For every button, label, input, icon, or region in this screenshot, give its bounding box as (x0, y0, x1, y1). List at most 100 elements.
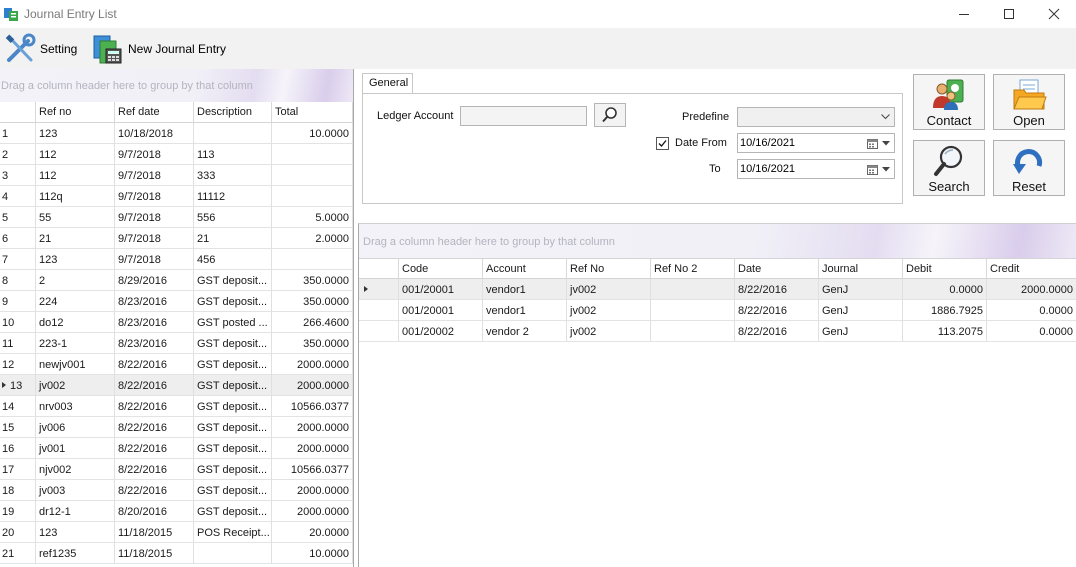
table-row[interactable]: 11 223-1 8/23/2016 GST deposit... 350.0000 (0, 333, 353, 354)
cell-ref-no[interactable]: do12 (36, 312, 115, 333)
table-row[interactable]: 17 njv002 8/22/2016 GST deposit... 10566.037… (0, 459, 353, 480)
cell-ref-no[interactable]: 21 (36, 228, 115, 249)
cell-total[interactable]: 2000.0000 (272, 501, 353, 522)
date-from-picker[interactable]: 10/16/2021 (737, 133, 895, 153)
cell-credit[interactable]: 0.0000 (987, 300, 1076, 321)
cell-total[interactable]: 10.0000 (272, 543, 353, 564)
cell-total[interactable] (272, 249, 353, 270)
cell-ref-date[interactable]: 9/7/2018 (115, 228, 194, 249)
cell-total[interactable]: 2000.0000 (272, 417, 353, 438)
cell-total[interactable]: 10566.0377 (272, 396, 353, 417)
cell-ref-no[interactable]: jv002 (567, 279, 651, 300)
cell-code[interactable]: 001/20001 (399, 279, 483, 300)
column-header-date[interactable]: Date (735, 259, 819, 279)
column-header-account[interactable]: Account (483, 259, 567, 279)
table-row[interactable]: 3 112 9/7/2018 333 (0, 165, 353, 186)
cell-total[interactable]: 2000.0000 (272, 480, 353, 501)
cell-description[interactable]: GST deposit... (194, 333, 272, 354)
table-row[interactable]: 20 123 11/18/2015 POS Receipt... 20.0000 (0, 522, 353, 543)
column-header-journal[interactable]: Journal (819, 259, 903, 279)
cell-ref-no[interactable]: jv002 (567, 300, 651, 321)
cell-ref-date[interactable]: 8/22/2016 (115, 375, 194, 396)
cell-description[interactable]: 456 (194, 249, 272, 270)
date-from-checkbox[interactable] (656, 137, 669, 150)
cell-total[interactable] (272, 144, 353, 165)
cell-ref-no[interactable]: ref1235 (36, 543, 115, 564)
detail-group-by-panel[interactable]: Drag a column header here to group by th… (359, 224, 1076, 258)
table-row[interactable]: 001/20002 vendor 2 jv002 8/22/2016 GenJ 113.2… (359, 321, 1076, 342)
table-row[interactable]: 9 224 8/23/2016 GST deposit... 350.0000 (0, 291, 353, 312)
cell-description[interactable]: 333 (194, 165, 272, 186)
cell-code[interactable]: 001/20001 (399, 300, 483, 321)
cell-ref-no[interactable]: njv002 (36, 459, 115, 480)
cell-description[interactable]: 11112 (194, 186, 272, 207)
column-header-description[interactable]: Description (194, 102, 272, 123)
cell-date[interactable]: 8/22/2016 (735, 321, 819, 342)
cell-description[interactable]: GST deposit... (194, 270, 272, 291)
date-to-picker[interactable]: 10/16/2021 (737, 159, 895, 179)
cell-total[interactable]: 2000.0000 (272, 354, 353, 375)
cell-ref-no[interactable]: dr12-1 (36, 501, 115, 522)
table-row[interactable]: 001/20001 vendor1 jv002 8/22/2016 GenJ 0.0000… (359, 279, 1076, 300)
cell-account[interactable]: vendor1 (483, 300, 567, 321)
group-by-panel[interactable]: Drag a column header here to group by th… (0, 69, 353, 102)
cell-ref-no-2[interactable] (651, 279, 735, 300)
cell-ref-no[interactable]: 55 (36, 207, 115, 228)
cell-total[interactable] (272, 186, 353, 207)
table-row[interactable]: 14 nrv003 8/22/2016 GST deposit... 10566.037… (0, 396, 353, 417)
cell-ref-date[interactable]: 8/22/2016 (115, 480, 194, 501)
predefine-select[interactable] (737, 107, 895, 127)
cell-description[interactable]: GST deposit... (194, 480, 272, 501)
cell-total[interactable]: 350.0000 (272, 333, 353, 354)
cell-description[interactable]: 113 (194, 144, 272, 165)
open-button[interactable]: Open (993, 74, 1065, 130)
cell-ref-no[interactable]: 2 (36, 270, 115, 291)
search-button[interactable]: Search (913, 140, 985, 196)
cell-ref-date[interactable]: 8/22/2016 (115, 459, 194, 480)
cell-ref-date[interactable]: 9/7/2018 (115, 165, 194, 186)
cell-description[interactable] (194, 543, 272, 564)
cell-ref-no[interactable]: jv001 (36, 438, 115, 459)
cell-ref-no[interactable]: 123 (36, 249, 115, 270)
column-header-ref-no-2[interactable]: Ref No 2 (651, 259, 735, 279)
cell-ref-date[interactable]: 8/23/2016 (115, 312, 194, 333)
setting-button[interactable]: Setting (4, 32, 77, 66)
cell-total[interactable]: 20.0000 (272, 522, 353, 543)
cell-description[interactable] (194, 123, 272, 144)
cell-total[interactable]: 5.0000 (272, 207, 353, 228)
cell-ref-date[interactable]: 8/22/2016 (115, 396, 194, 417)
cell-ref-no[interactable]: jv002 (36, 375, 115, 396)
table-row[interactable]: 7 123 9/7/2018 456 (0, 249, 353, 270)
cell-date[interactable]: 8/22/2016 (735, 279, 819, 300)
table-row[interactable]: 18 jv003 8/22/2016 GST deposit... 2000.0000 (0, 480, 353, 501)
table-row[interactable]: 1 123 10/18/2018 10.0000 (0, 123, 353, 144)
cell-ref-date[interactable]: 9/7/2018 (115, 186, 194, 207)
table-row[interactable]: 4 112q 9/7/2018 11112 (0, 186, 353, 207)
cell-total[interactable]: 266.4600 (272, 312, 353, 333)
table-row[interactable]: 15 jv006 8/22/2016 GST deposit... 2000.0000 (0, 417, 353, 438)
cell-account[interactable]: vendor 2 (483, 321, 567, 342)
table-row[interactable]: 10 do12 8/23/2016 GST posted ... 266.4600 (0, 312, 353, 333)
column-header-ref-date[interactable]: Ref date (115, 102, 194, 123)
cell-description[interactable]: 21 (194, 228, 272, 249)
ledger-account-input[interactable] (460, 106, 587, 126)
maximize-button[interactable] (986, 0, 1032, 28)
cell-account[interactable]: vendor1 (483, 279, 567, 300)
cell-ref-no[interactable]: jv002 (567, 321, 651, 342)
cell-total[interactable]: 2000.0000 (272, 438, 353, 459)
cell-ref-no[interactable]: 223-1 (36, 333, 115, 354)
column-header-total[interactable]: Total (272, 102, 353, 123)
cell-description[interactable]: GST deposit... (194, 375, 272, 396)
table-row[interactable]: 2 112 9/7/2018 113 (0, 144, 353, 165)
table-row[interactable]: 001/20001 vendor1 jv002 8/22/2016 GenJ 1886.7… (359, 300, 1076, 321)
minimize-button[interactable] (941, 0, 987, 28)
cell-description[interactable]: GST deposit... (194, 417, 272, 438)
table-row[interactable]: 19 dr12-1 8/20/2016 GST deposit... 2000.0000 (0, 501, 353, 522)
table-row[interactable]: 12 newjv001 8/22/2016 GST deposit... 2000.00… (0, 354, 353, 375)
cell-total[interactable]: 350.0000 (272, 291, 353, 312)
column-header-ref-no[interactable]: Ref No (567, 259, 651, 279)
table-row[interactable]: 8 2 8/29/2016 GST deposit... 350.0000 (0, 270, 353, 291)
cell-credit[interactable]: 0.0000 (987, 321, 1076, 342)
cell-description[interactable]: GST deposit... (194, 501, 272, 522)
cell-total[interactable] (272, 165, 353, 186)
